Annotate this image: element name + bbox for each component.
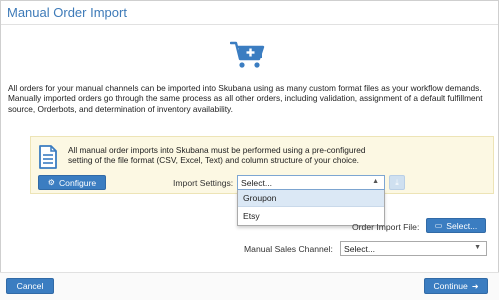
notice-text: All manual order imports into Skubana mu… [68,145,366,166]
configure-button[interactable]: ⚙ Configure [38,175,106,190]
continue-button[interactable]: Continue ➜ [424,278,488,294]
document-icon [38,145,58,174]
order-import-file-label: Order Import File: [352,222,420,232]
manual-sales-channel-select[interactable]: Select... ▼ [340,241,487,256]
import-settings-dropdown: Groupon Etsy [237,190,385,226]
import-settings-label: Import Settings: [173,178,234,188]
dialog-header: Manual Order Import [1,1,498,25]
import-settings-value: Select... [241,177,273,188]
select-file-label: Select... [446,220,478,231]
dropdown-option-groupon[interactable]: Groupon [238,190,384,207]
gear-icon: ⚙ [47,178,55,187]
dialog-title: Manual Order Import [7,5,127,20]
manual-sales-channel-value: Select... [344,243,376,254]
arrow-right-circle-icon: ➜ [471,281,479,291]
select-file-button[interactable]: ▭ Select... [426,218,486,233]
cancel-label: Cancel [16,281,44,291]
caret-down-icon: ▼ [474,244,481,251]
upload-icon[interactable]: ⤓ [389,175,405,190]
import-settings-select[interactable]: Select... ▲ [237,175,385,190]
caret-up-icon: ▲ [372,178,379,185]
intro-text: All orders for your manual channels can … [8,83,483,114]
configure-label: Configure [58,177,97,188]
continue-label: Continue [433,281,468,291]
cancel-button[interactable]: Cancel [6,278,54,294]
folder-icon: ▭ [434,221,443,230]
add-to-cart-icon [229,40,266,70]
manual-sales-channel-label: Manual Sales Channel: [244,244,333,254]
